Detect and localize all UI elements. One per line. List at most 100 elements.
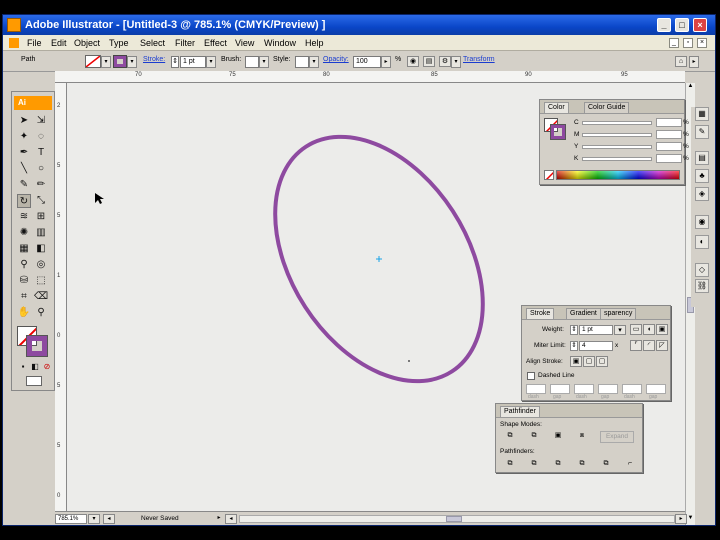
trim-icon[interactable]: ⧉ [528, 459, 540, 470]
pen-tool-icon[interactable]: ✒ [17, 146, 31, 160]
stroke-weight-field[interactable]: 1 pt [180, 56, 206, 68]
ellipse-tool-icon[interactable]: ○ [34, 162, 48, 176]
tab-pathfinder[interactable]: Pathfinder [500, 406, 540, 417]
channel-y-value[interactable] [656, 142, 682, 151]
horizontal-scroll-thumb[interactable] [446, 516, 462, 522]
menu-window[interactable]: Window [264, 38, 296, 48]
channel-k-slider[interactable] [582, 157, 652, 161]
transform-link[interactable]: Transform [463, 56, 495, 63]
hand-tool-icon[interactable]: ✋ [17, 306, 31, 320]
dash-field-2[interactable] [574, 384, 594, 394]
cap-square-icon[interactable]: ▣ [656, 324, 668, 335]
menu-edit[interactable]: Edit [51, 38, 67, 48]
tab-color[interactable]: Color [544, 102, 569, 113]
color-spectrum-bar[interactable] [556, 170, 680, 180]
menu-object[interactable]: Object [74, 38, 100, 48]
brush-dropdown-arrow[interactable]: ▾ [259, 56, 269, 68]
anchor-point[interactable] [408, 360, 410, 362]
channel-c-slider[interactable] [582, 121, 652, 125]
eyedropper-tool-icon[interactable]: ⚲ [17, 258, 31, 272]
style-field[interactable] [295, 56, 309, 68]
selection-tool-icon[interactable]: ➤ [17, 114, 31, 128]
cap-round-icon[interactable]: ◖ [643, 324, 655, 335]
outline-icon[interactable]: ⧉ [600, 459, 612, 470]
fill-swatch[interactable] [85, 55, 101, 68]
color-fill-stroke-proxy[interactable] [544, 118, 566, 140]
mesh-tool-icon[interactable]: ▦ [17, 242, 31, 256]
stroke-color-dropdown-arrow[interactable]: ▾ [127, 56, 137, 68]
expand-button[interactable]: Expand [600, 431, 634, 443]
dock-color-icon[interactable]: ▦ [695, 107, 709, 121]
menu-view[interactable]: View [235, 38, 254, 48]
tab-gradient[interactable]: Gradient [566, 308, 601, 319]
menu-effect[interactable]: Effect [204, 38, 227, 48]
symbol-sprayer-tool-icon[interactable]: ✺ [17, 226, 31, 240]
doc-minimize-button[interactable]: _ [669, 38, 679, 48]
dock-layers-icon[interactable]: ◇ [695, 263, 709, 277]
menu-type[interactable]: Type [109, 38, 129, 48]
none-swatch[interactable] [544, 170, 554, 180]
dock-appearance-icon[interactable]: ◉ [695, 215, 709, 229]
channel-c-value[interactable] [656, 118, 682, 127]
stroke-weight-dropdown-arrow[interactable]: ▾ [206, 56, 216, 68]
eraser-tool-icon[interactable]: ⌫ [34, 290, 48, 304]
first-artboard-button[interactable]: ◂ [103, 514, 115, 524]
color-stroke-box[interactable] [550, 124, 566, 140]
miter-stepper[interactable]: ⇕ [570, 341, 578, 351]
align-center-icon[interactable]: ▣ [570, 356, 582, 367]
stroke-box[interactable] [26, 335, 48, 357]
scroll-right-arrow[interactable]: ▸ [675, 514, 687, 524]
warp-tool-icon[interactable]: ≋ [17, 210, 31, 224]
weight-dropdown-arrow[interactable]: ▾ [614, 325, 626, 335]
horizontal-ruler[interactable]: 70 75 80 85 90 95 [55, 71, 685, 83]
scroll-up-arrow[interactable]: ▲ [686, 83, 695, 93]
exclude-icon[interactable]: ⧈ [576, 431, 588, 442]
document-icon[interactable] [9, 38, 19, 48]
scale-tool-icon[interactable]: ⤡ [34, 194, 48, 208]
join-round-icon[interactable]: ◜ [643, 340, 655, 351]
magic-wand-tool-icon[interactable]: ✦ [17, 130, 31, 144]
weight-field[interactable]: 1 pt [579, 325, 613, 335]
menu-help[interactable]: Help [305, 38, 324, 48]
channel-m-value[interactable] [656, 130, 682, 139]
gradient-tool-icon[interactable]: ◧ [34, 242, 48, 256]
lasso-tool-icon[interactable]: ◌ [34, 130, 48, 144]
gear-icon[interactable]: ⚙ [439, 56, 451, 67]
opacity-dropdown-arrow[interactable]: ▸ [381, 56, 391, 68]
gap-field-2[interactable] [598, 384, 618, 394]
style-dropdown-arrow[interactable]: ▾ [309, 56, 319, 68]
opacity-field[interactable]: 100 [353, 56, 381, 68]
stroke-swatch[interactable] [113, 55, 127, 68]
opacity-link[interactable]: Opacity: [323, 56, 349, 63]
stroke-weight-stepper[interactable]: ⇕ [171, 56, 179, 68]
stroke-link[interactable]: Stroke: [143, 56, 165, 63]
close-button[interactable]: × [693, 18, 707, 32]
recolor-icon[interactable]: ◉ [407, 56, 419, 67]
control-menu-arrow[interactable]: ▸ [689, 56, 699, 68]
direct-selection-tool-icon[interactable]: ⇲ [34, 114, 48, 128]
line-tool-icon[interactable]: ╲ [17, 162, 31, 176]
join-bevel-icon[interactable]: ◸ [656, 340, 668, 351]
dock-brush-icon[interactable]: ✎ [695, 125, 709, 139]
scroll-down-arrow[interactable]: ▼ [686, 515, 695, 525]
dock-links-icon[interactable]: ⛓ [695, 279, 709, 293]
zoom-level-field[interactable]: 785.1% [55, 514, 87, 524]
rotate-tool-icon[interactable]: ↻ [17, 194, 31, 208]
join-miter-icon[interactable]: ⌜ [630, 340, 642, 351]
live-paint-tool-icon[interactable]: ⛁ [17, 274, 31, 288]
doc-restore-button[interactable]: ▫ [683, 38, 693, 48]
minus-back-icon[interactable]: ⌐ [624, 459, 636, 470]
dash-field-1[interactable] [526, 384, 546, 394]
menu-file[interactable]: File [27, 38, 42, 48]
free-transform-tool-icon[interactable]: ⊞ [34, 210, 48, 224]
align-inside-icon[interactable]: ▢ [583, 356, 595, 367]
fill-dropdown-arrow[interactable]: ▾ [101, 56, 111, 68]
dock-symbols-icon[interactable]: ♣ [695, 169, 709, 183]
align-icon[interactable]: ▤ [423, 56, 435, 67]
dock-transparency-icon[interactable]: ◐ [695, 235, 709, 249]
minimize-button[interactable]: _ [657, 18, 671, 32]
isolate-group-icon[interactable]: ⌂ [675, 56, 687, 67]
crop-tool-icon[interactable]: ⌗ [17, 290, 31, 304]
divide-icon[interactable]: ⧉ [504, 459, 516, 470]
options-dropdown-arrow[interactable]: ▾ [451, 56, 461, 68]
